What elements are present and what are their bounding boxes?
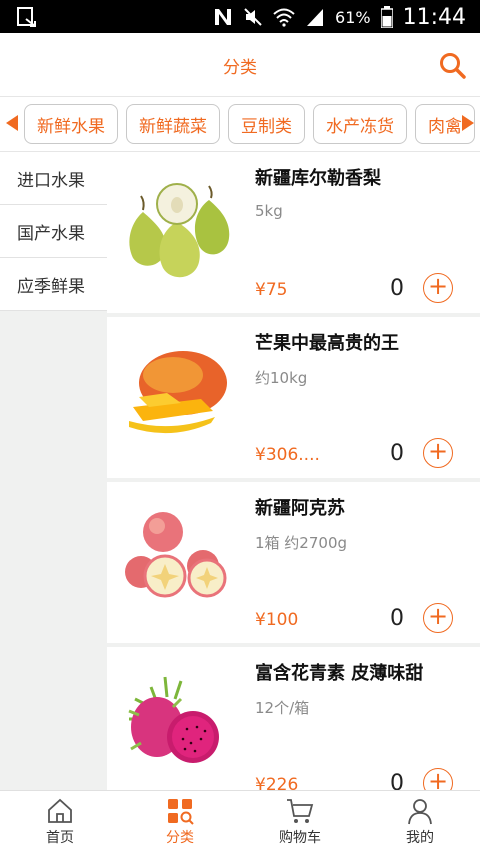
product-quantity: 0 (390, 606, 404, 631)
category-chip-fresh-vegetables[interactable]: 新鲜蔬菜 (126, 104, 220, 144)
product-price: ¥75 (255, 280, 288, 300)
product-name: 新疆阿克苏 (255, 498, 345, 519)
bottom-tab-bar: 首页 分类 购物车 我的 (0, 790, 480, 853)
mango-image (129, 351, 227, 434)
product-spec: 12个/箱 (255, 699, 310, 717)
sidebar-item-domestic-fruit[interactable]: 国产水果 (0, 205, 107, 258)
product-item[interactable]: 芒果中最高贵的王 约10kg ¥306.... 0 + (107, 317, 480, 482)
product-quantity: 0 (390, 276, 404, 301)
product-price: ¥100 (255, 610, 299, 630)
product-quantity: 0 (390, 441, 404, 466)
sidebar-item-seasonal-fruit[interactable]: 应季鲜果 (0, 258, 107, 311)
category-icon (168, 799, 194, 825)
product-quantity: 0 (390, 771, 404, 790)
product-name: 富含花青素 皮薄味甜 (255, 663, 424, 684)
search-icon[interactable] (438, 51, 468, 81)
tab-label: 分类 (166, 830, 194, 846)
battery-icon (380, 6, 393, 28)
tab-label: 我的 (406, 830, 434, 846)
tab-home[interactable]: 首页 (0, 791, 120, 853)
apple-image (125, 512, 227, 598)
category-chip-tofu[interactable]: 豆制类 (228, 104, 305, 144)
category-chip-fresh-fruit[interactable]: 新鲜水果 (24, 104, 118, 144)
product-item[interactable]: 新疆阿克苏 1箱 约2700g ¥100 0 + (107, 482, 480, 647)
signal-icon (307, 9, 324, 26)
clock: 11:44 (402, 4, 466, 30)
product-spec: 约10kg (255, 369, 308, 387)
scroll-right-arrow-icon[interactable] (460, 113, 476, 133)
product-item[interactable]: 富含花青素 皮薄味甜 12个/箱 ¥226 0 + (107, 647, 480, 790)
category-strip: 新鲜水果 新鲜蔬菜 豆制类 水产冻货 肉禽 (0, 98, 480, 152)
top-header: 分类 (0, 33, 480, 97)
cart-icon (287, 799, 314, 823)
product-spec: 5kg (255, 202, 283, 220)
product-item[interactable]: 新疆库尔勒香梨 5kg ¥75 0 + (107, 152, 480, 317)
page-title: 分类 (223, 58, 257, 78)
wifi-icon (273, 8, 295, 27)
product-spec: 1箱 约2700g (255, 534, 348, 552)
dragonfruit-image (128, 676, 219, 763)
tab-cart[interactable]: 购物车 (240, 791, 360, 853)
add-to-cart-button[interactable]: + (423, 603, 453, 633)
battery-percent: 61% (335, 7, 371, 27)
scroll-left-arrow-icon[interactable] (4, 113, 20, 133)
product-price: ¥306.... (255, 445, 320, 465)
tab-mine[interactable]: 我的 (360, 791, 480, 853)
n-icon (215, 9, 232, 25)
category-chip-seafood-frozen[interactable]: 水产冻货 (313, 104, 407, 144)
user-icon (408, 799, 432, 825)
sidebar-item-imported-fruit[interactable]: 进口水果 (0, 152, 107, 205)
tab-category[interactable]: 分类 (120, 791, 240, 853)
home-icon (48, 798, 72, 823)
product-list: 新疆库尔勒香梨 5kg ¥75 0 + 芒果中最高贵的王 约10kg ¥306.… (107, 152, 480, 790)
add-to-cart-button[interactable]: + (423, 273, 453, 303)
subcategory-sidebar: 进口水果 国产水果 应季鲜果 (0, 152, 107, 790)
product-name: 新疆库尔勒香梨 (255, 168, 381, 189)
add-to-cart-button[interactable]: + (423, 768, 453, 790)
tab-label: 首页 (46, 830, 74, 846)
product-name: 芒果中最高贵的王 (255, 333, 399, 354)
notification-icon (17, 7, 36, 27)
category-chip-list: 新鲜水果 新鲜蔬菜 豆制类 水产冻货 肉禽 (24, 104, 480, 146)
product-price: ¥226 (255, 775, 299, 790)
status-bar: 61% 11:44 (0, 0, 480, 33)
add-to-cart-button[interactable]: + (423, 438, 453, 468)
pear-image (129, 183, 230, 278)
mute-icon (244, 8, 262, 26)
tab-label: 购物车 (279, 830, 321, 846)
